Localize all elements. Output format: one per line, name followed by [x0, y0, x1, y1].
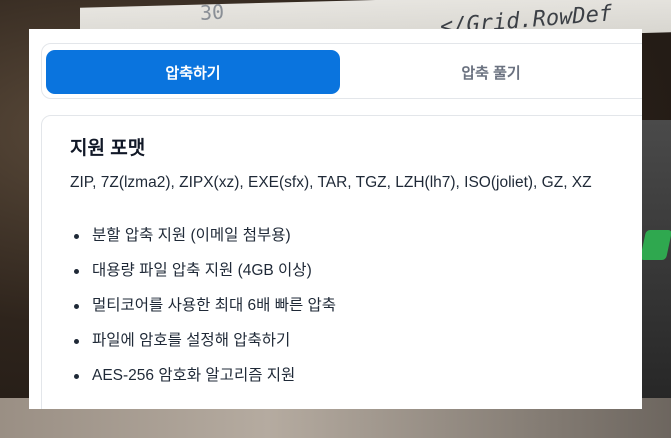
bullet-icon — [74, 339, 79, 344]
card-title: 지원 포맷 — [70, 138, 146, 159]
feature-text: 멀티코어를 사용한 최대 6배 빠른 압축 — [92, 297, 337, 314]
feature-text: 분할 압축 지원 (이메일 첨부용) — [92, 227, 291, 244]
formats-list-text: ZIP, 7Z(lzma2), ZIPX(xz), EXE(sfx), TAR,… — [70, 174, 592, 191]
bullet-icon — [74, 304, 79, 309]
feature-text: 대용량 파일 압축 지원 (4GB 이상) — [92, 262, 312, 279]
feature-text: AES-256 암호화 알고리즘 지원 — [92, 367, 296, 384]
feature-list: 분할 압축 지원 (이메일 첨부용) 대용량 파일 압축 지원 (4GB 이상)… — [70, 226, 336, 401]
bullet-icon — [74, 234, 79, 239]
supported-formats-card: 지원 포맷 ZIP, 7Z(lzma2), ZIPX(xz), EXE(sfx)… — [41, 115, 642, 409]
photo-background: 30 </Grid.RowDef 압축하기 압축 풀기 지원 포맷 ZIP, 7… — [0, 0, 671, 438]
feature-text: 파일에 암호를 설정해 압축하기 — [92, 332, 291, 349]
background-code-number: 30 — [199, 0, 225, 25]
mode-tab-bar: 압축하기 압축 풀기 — [41, 43, 642, 99]
list-item: 대용량 파일 압축 지원 (4GB 이상) — [70, 261, 336, 296]
background-green-object — [639, 230, 671, 260]
tab-compress[interactable]: 압축하기 — [46, 50, 340, 94]
bullet-icon — [74, 269, 79, 274]
app-panel: 압축하기 압축 풀기 지원 포맷 ZIP, 7Z(lzma2), ZIPX(xz… — [29, 29, 642, 409]
bullet-icon — [74, 374, 79, 379]
list-item: 파일에 암호를 설정해 압축하기 — [70, 331, 336, 366]
tab-extract[interactable]: 압축 풀기 — [344, 50, 638, 94]
list-item: AES-256 암호화 알고리즘 지원 — [70, 366, 336, 401]
list-item: 멀티코어를 사용한 최대 6배 빠른 압축 — [70, 296, 336, 331]
list-item: 분할 압축 지원 (이메일 첨부용) — [70, 226, 336, 261]
